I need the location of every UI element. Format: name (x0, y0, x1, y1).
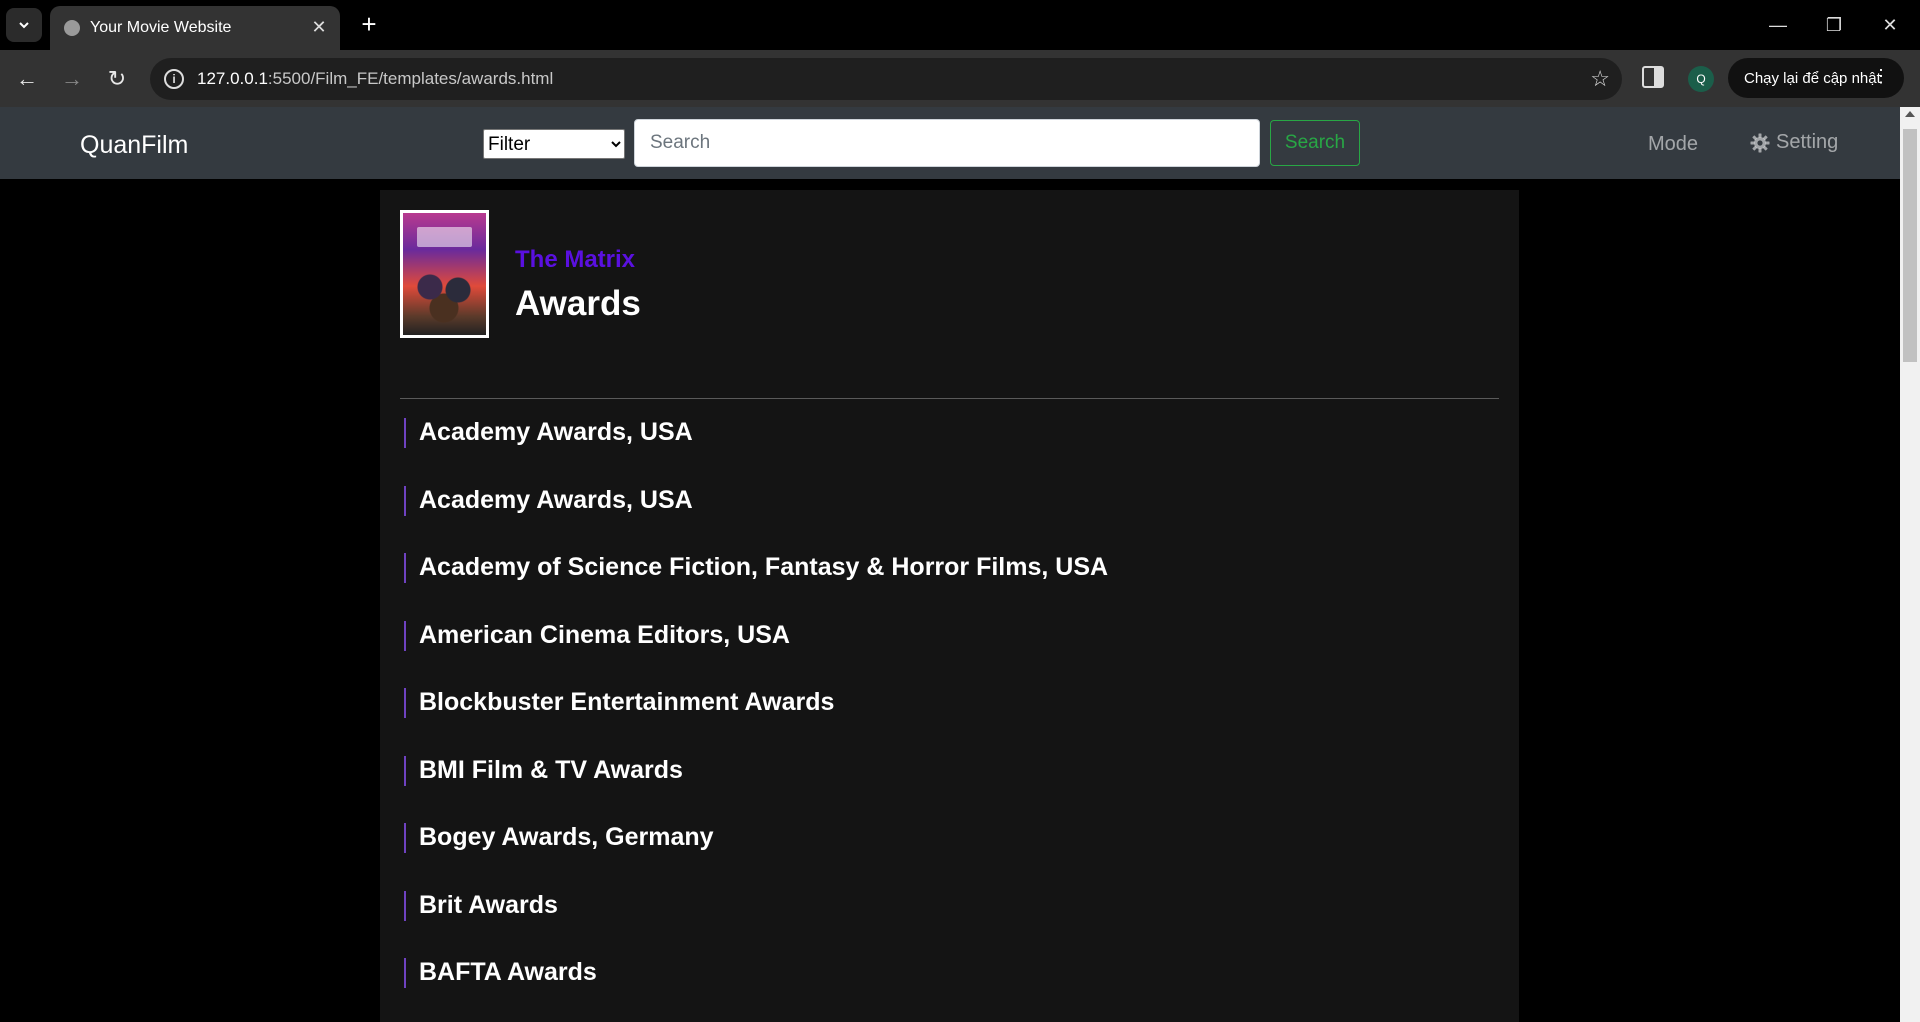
gear-icon (1750, 133, 1770, 152)
more-menu-icon[interactable]: ⋮ (1872, 66, 1890, 87)
award-name: Academy Awards, USA (419, 418, 693, 446)
page-title: Awards (515, 284, 641, 323)
award-marker (404, 958, 406, 988)
bookmark-star-icon[interactable]: ☆ (1590, 66, 1610, 92)
url-path: :5500/Film_FE/templates/awards.html (267, 69, 554, 88)
tab-search-button[interactable] (6, 8, 42, 42)
award-marker (404, 688, 406, 718)
tab-title: Your Movie Website (90, 19, 232, 36)
side-panel-icon[interactable] (1642, 66, 1664, 88)
globe-icon (64, 20, 80, 36)
film-poster[interactable] (400, 210, 489, 338)
site-info-icon[interactable]: i (164, 69, 184, 89)
award-marker (404, 553, 406, 583)
award-marker (404, 755, 406, 786)
browser-toolbar: ← → ↻ i 127.0.0.1:5500/Film_FE/templates… (0, 50, 1920, 107)
film-title-link[interactable]: The Matrix (515, 246, 635, 274)
close-tab-icon[interactable]: ✕ (308, 16, 330, 38)
award-name: BAFTA Awards (419, 958, 597, 986)
nav-mode-link[interactable]: Mode (1648, 133, 1698, 156)
url-text: 127.0.0.1:5500/Film_FE/templates/awards.… (197, 69, 553, 89)
award-name: Academy of Science Fiction, Fantasy & Ho… (419, 553, 1109, 581)
award-name: Bogey Awards, Germany (419, 823, 714, 851)
close-window-icon[interactable]: ✕ (1870, 8, 1910, 42)
search-input[interactable] (634, 119, 1260, 167)
nav-setting-link[interactable]: Setting (1750, 131, 1838, 154)
award-marker (404, 823, 406, 853)
award-name: BMI Film & TV Awards (419, 755, 683, 784)
setting-label: Setting (1776, 131, 1839, 153)
browser-tab[interactable]: Your Movie Website ✕ (50, 6, 340, 50)
award-marker (404, 890, 406, 921)
site-navbar: QuanFilm Filter Search Mode Setting (0, 107, 1900, 179)
award-name: Brit Awards (419, 890, 558, 919)
url-host: 127.0.0.1 (197, 69, 268, 88)
minimize-icon[interactable]: — (1758, 8, 1798, 42)
update-button[interactable]: Chạy lại để cập nhật ⋮ (1728, 58, 1904, 98)
award-name: American Cinema Editors, USA (419, 620, 790, 649)
reload-button[interactable]: ↻ (100, 62, 134, 96)
page-scrollbar[interactable] (1900, 107, 1920, 1022)
award-marker (404, 485, 406, 516)
restore-icon[interactable]: ❐ (1814, 8, 1854, 42)
search-button[interactable]: Search (1270, 120, 1360, 166)
new-tab-button[interactable]: + (354, 10, 384, 40)
poster-image (403, 213, 486, 335)
forward-button[interactable]: → (55, 62, 89, 96)
address-bar[interactable]: i 127.0.0.1:5500/Film_FE/templates/award… (150, 58, 1622, 100)
award-marker (404, 620, 406, 651)
update-label: Chạy lại để cập nhật (1744, 69, 1881, 87)
browser-tabstrip: Your Movie Website ✕ + — ❐ ✕ (0, 0, 1920, 50)
award-marker (404, 418, 406, 448)
scroll-up-arrow[interactable] (1905, 111, 1915, 117)
profile-avatar[interactable]: Q (1688, 66, 1714, 92)
award-name: Blockbuster Entertainment Awards (419, 688, 835, 716)
awards-content: The Matrix Awards Academy Awards, USA Aca… (380, 190, 1519, 1022)
scroll-thumb[interactable] (1903, 129, 1917, 362)
award-name: Academy Awards, USA (419, 485, 693, 514)
chevron-down-icon (19, 22, 29, 29)
brand-logo[interactable]: QuanFilm (80, 131, 188, 160)
divider (400, 398, 1499, 399)
filter-select[interactable]: Filter (483, 129, 625, 159)
back-button[interactable]: ← (10, 62, 44, 96)
